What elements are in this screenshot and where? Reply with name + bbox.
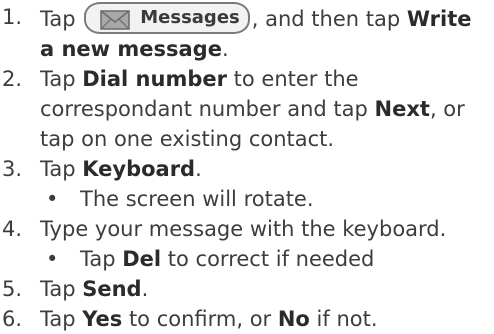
step-number: 5.: [2, 277, 23, 301]
step-text: .: [195, 157, 202, 181]
step-2: 2. Tap Dial number to enter the correspon…: [0, 64, 494, 154]
step-text: Tap: [40, 7, 83, 31]
step-text: to confirm, or: [122, 307, 278, 331]
step-text: to enter the: [226, 67, 359, 91]
instruction-list: 1. Tap Messages , and then tap Write a new…: [0, 0, 494, 334]
envelope-icon: [100, 8, 130, 30]
step-bold: Write: [406, 7, 472, 31]
step-text: Tap: [40, 67, 83, 91]
step-bold: Yes: [82, 307, 123, 331]
step-bold: Dial number: [82, 67, 227, 91]
step-text: tap on one existing contact.: [40, 127, 335, 151]
step-text: , or: [429, 97, 465, 121]
step-3: 3. Tap Keyboard.: [0, 154, 494, 184]
bullet: •: [46, 247, 59, 271]
note-text: to correct if needed: [161, 247, 375, 271]
step-bold: Next: [374, 97, 430, 121]
step-number: 6.: [2, 307, 23, 331]
step-1: 1. Tap Messages , and then tap Write a new…: [0, 2, 494, 64]
bullet: •: [46, 187, 59, 211]
step-text: Tap: [40, 157, 83, 181]
step-number: 2.: [2, 67, 23, 91]
step-text: .: [141, 277, 149, 301]
note-text: Tap: [80, 247, 123, 271]
step-text: Tap: [40, 307, 83, 331]
step-4-note: • Tap Del to correct if needed: [40, 244, 494, 274]
step-5: 5. Tap Send.: [0, 274, 494, 304]
step-6: 6. Tap Yes to confirm, or No if not.: [0, 304, 494, 334]
step-3-note: • The screen will rotate.: [40, 184, 494, 214]
step-text: .: [221, 37, 229, 61]
step-bold: No: [277, 307, 310, 331]
messages-button-label: Messages: [140, 7, 240, 28]
step-text: Type your message with the keyboard.: [40, 217, 447, 241]
note-text: The screen will rotate.: [80, 187, 314, 211]
step-4: 4. Type your message with the keyboard.: [0, 214, 494, 244]
step-number: 1.: [2, 5, 23, 29]
step-bold: a new message: [40, 37, 222, 61]
note-bold: Del: [122, 247, 162, 271]
step-bold: Keyboard: [82, 157, 196, 181]
step-text: Tap: [40, 277, 83, 301]
step-number: 3.: [2, 157, 23, 181]
messages-button[interactable]: Messages: [84, 2, 250, 34]
step-text: , and then tap: [251, 7, 407, 31]
step-text: correspondant number and tap: [40, 97, 375, 121]
step-number: 4.: [2, 217, 23, 241]
step-bold: Send: [82, 277, 142, 301]
step-text: if not.: [309, 307, 378, 331]
